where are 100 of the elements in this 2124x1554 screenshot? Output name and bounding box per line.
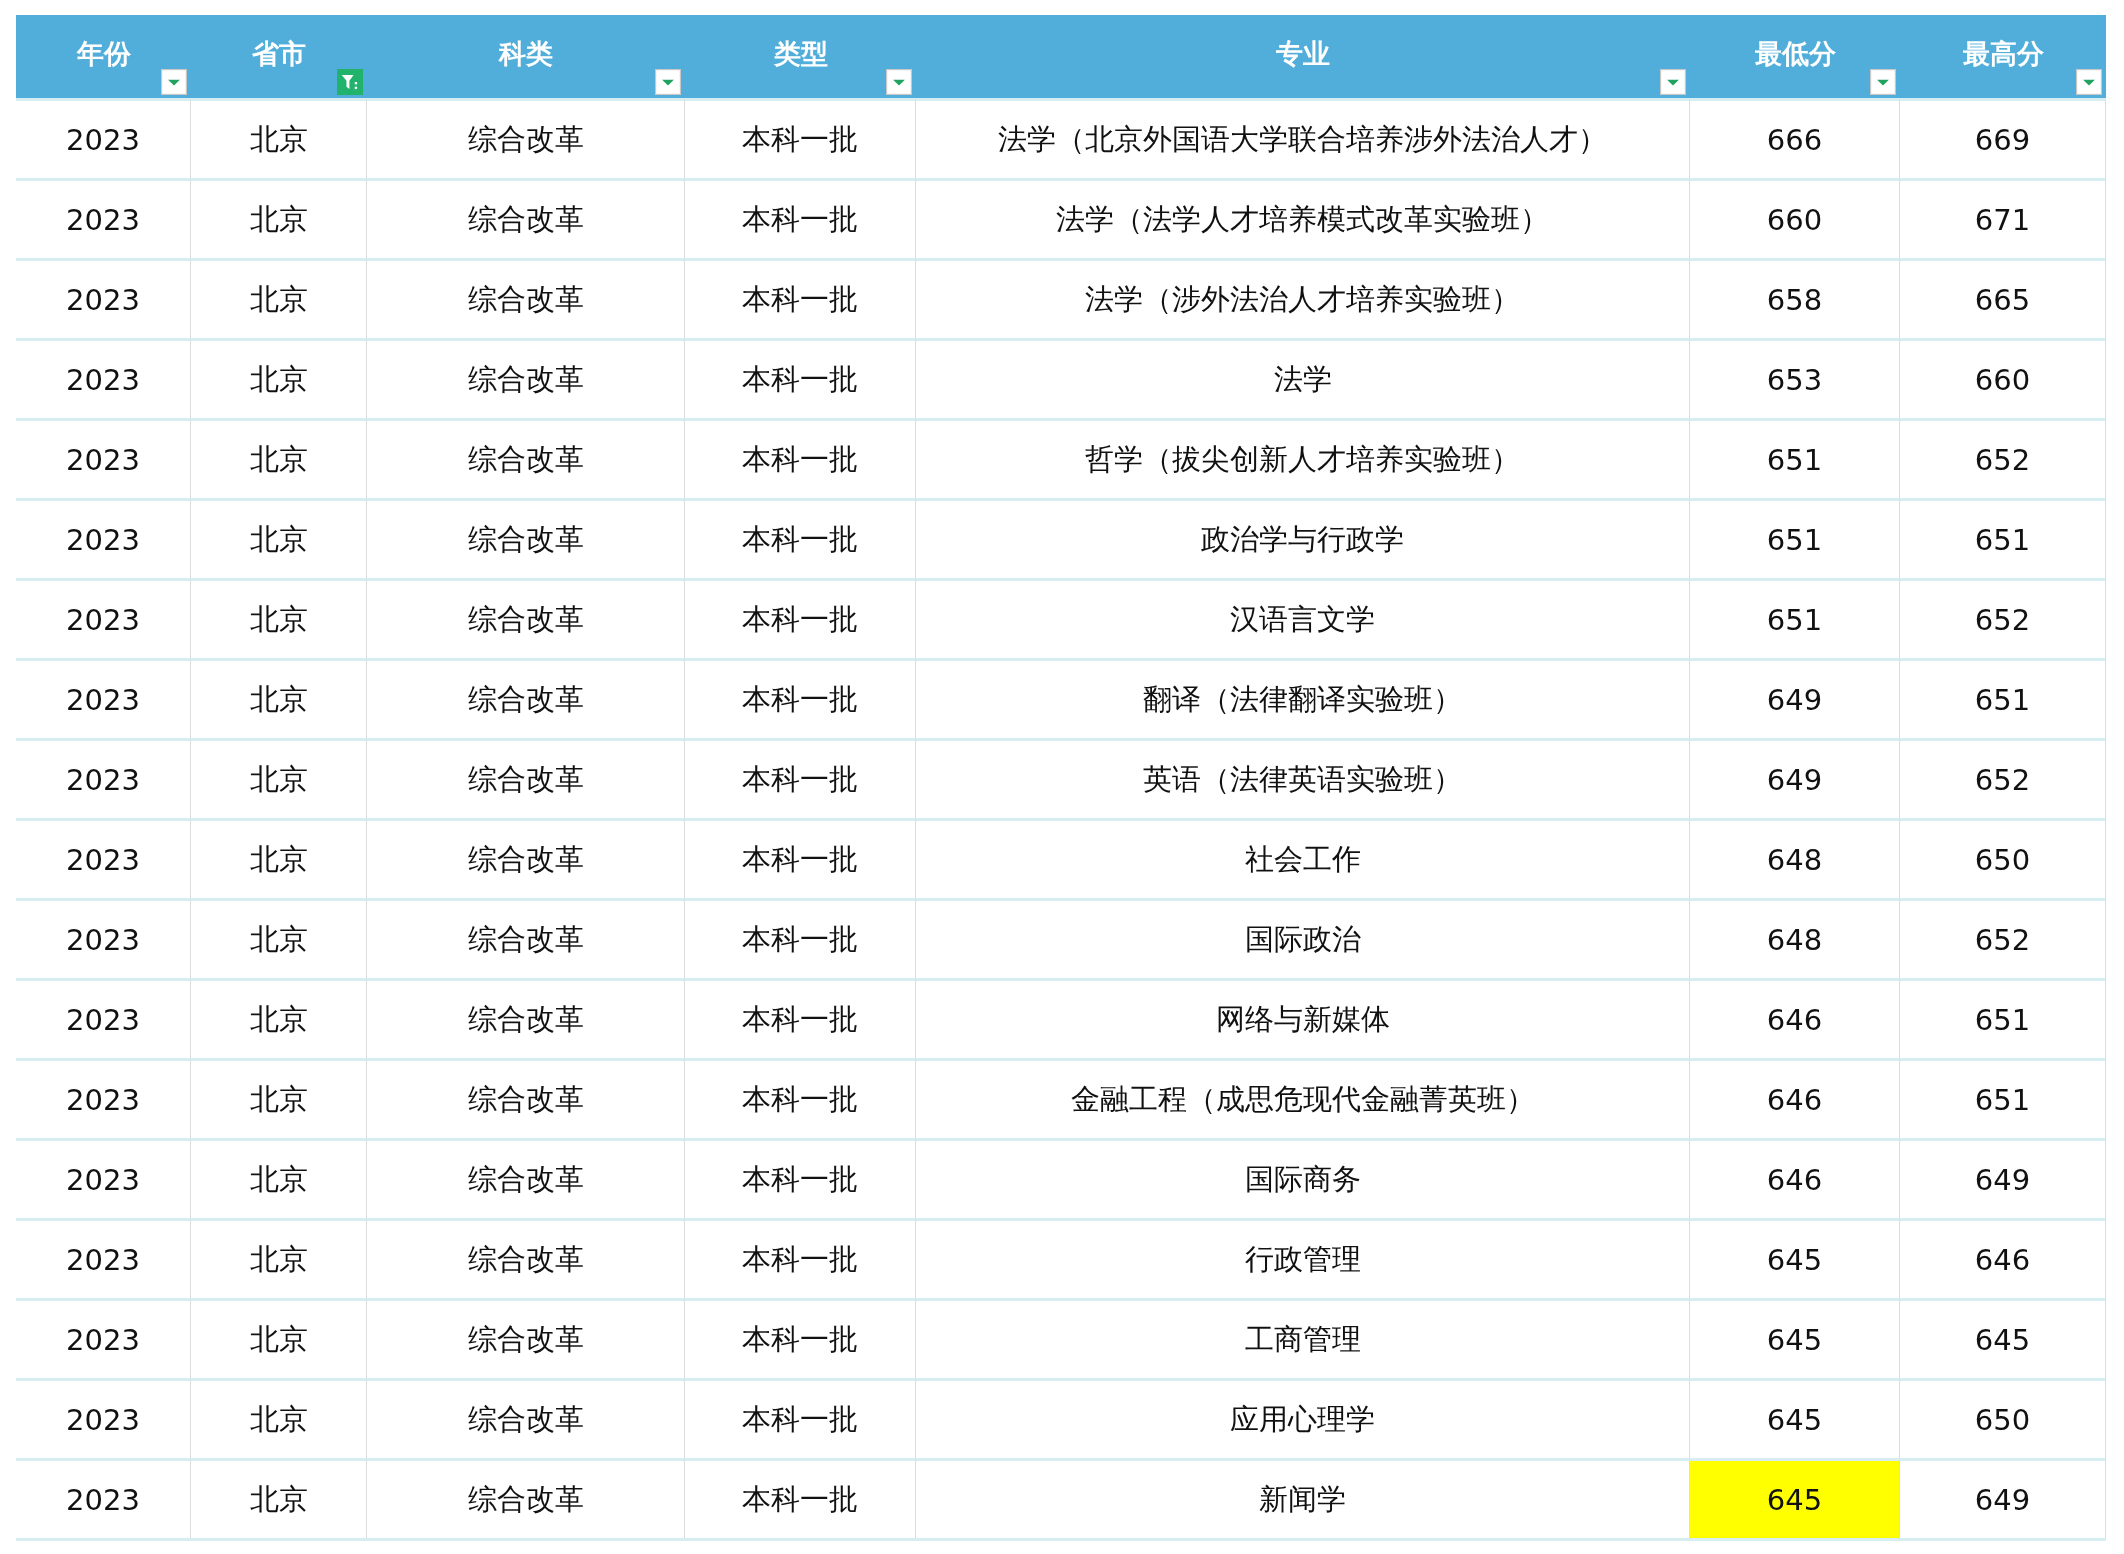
table-cell: 北京 — [191, 1138, 367, 1218]
table-cell: 本科一批 — [685, 258, 916, 338]
table-cell: 综合改革 — [367, 1298, 685, 1378]
filter-active-icon[interactable] — [337, 69, 363, 95]
dropdown-icon[interactable] — [161, 69, 187, 95]
table-cell: 北京 — [191, 498, 367, 578]
table-cell: 北京 — [191, 978, 367, 1058]
table-cell: 本科一批 — [685, 978, 916, 1058]
dropdown-icon[interactable] — [1660, 69, 1686, 95]
table-cell: 2023 — [16, 978, 191, 1058]
column-header[interactable]: 年份 — [16, 15, 191, 98]
column-header[interactable]: 最低分 — [1690, 15, 1900, 98]
table-cell: 综合改革 — [367, 738, 685, 818]
table-cell: 2023 — [16, 98, 191, 178]
table-cell: 综合改革 — [367, 578, 685, 658]
table-cell: 综合改革 — [367, 1458, 685, 1538]
table-cell: 综合改革 — [367, 498, 685, 578]
table-cell: 综合改革 — [367, 1058, 685, 1138]
table-cell: 汉语言文学 — [916, 578, 1690, 658]
column-header[interactable]: 省市 — [191, 15, 367, 98]
table-cell: 2023 — [16, 1138, 191, 1218]
table-cell: 工商管理 — [916, 1298, 1690, 1378]
table-cell: 国际商务 — [916, 1138, 1690, 1218]
table-cell: 本科一批 — [685, 898, 916, 978]
table-cell: 2023 — [16, 818, 191, 898]
dropdown-icon[interactable] — [2076, 69, 2102, 95]
table-cell: 综合改革 — [367, 178, 685, 258]
table-cell: 北京 — [191, 1218, 367, 1298]
table-cell: 法学（北京外国语大学联合培养涉外法治人才） — [916, 98, 1690, 178]
table-cell: 政治学与行政学 — [916, 498, 1690, 578]
table-cell: 2023 — [16, 1298, 191, 1378]
table-cell: 2023 — [16, 498, 191, 578]
table-cell: 国际政治 — [916, 898, 1690, 978]
table-cell: 哲学（拔尖创新人才培养实验班） — [916, 418, 1690, 498]
table-cell: 英语（法律英语实验班） — [916, 738, 1690, 818]
table-cell: 本科一批 — [685, 98, 916, 178]
table-cell: 651 — [1690, 418, 1900, 498]
table-cell: 本科一批 — [685, 418, 916, 498]
table-cell: 新闻学 — [916, 1458, 1690, 1538]
table-cell: 行政管理 — [916, 1218, 1690, 1298]
table-cell: 645 — [1690, 1298, 1900, 1378]
table-cell: 北京 — [191, 1298, 367, 1378]
table-cell: 649 — [1900, 1458, 2106, 1538]
table-cell: 应用心理学 — [916, 1378, 1690, 1458]
table-cell: 本科一批 — [685, 178, 916, 258]
column-header[interactable]: 专业 — [916, 15, 1690, 98]
table-cell: 649 — [1690, 658, 1900, 738]
column-header[interactable]: 最高分 — [1900, 15, 2106, 98]
dropdown-icon[interactable] — [1870, 69, 1896, 95]
table-cell: 北京 — [191, 338, 367, 418]
dropdown-icon[interactable] — [655, 69, 681, 95]
table-cell: 646 — [1690, 978, 1900, 1058]
table-cell: 金融工程（成思危现代金融菁英班） — [916, 1058, 1690, 1138]
table-cell: 648 — [1690, 898, 1900, 978]
table-cell: 2023 — [16, 578, 191, 658]
table-cell: 翻译（法律翻译实验班） — [916, 658, 1690, 738]
table-cell: 651 — [1690, 578, 1900, 658]
column-header[interactable]: 科类 — [367, 15, 685, 98]
table-cell: 北京 — [191, 418, 367, 498]
table-cell: 653 — [1690, 338, 1900, 418]
table-cell: 666 — [1690, 98, 1900, 178]
table-cell: 645 — [1690, 1218, 1900, 1298]
table-cell: 综合改革 — [367, 1378, 685, 1458]
table-cell: 综合改革 — [367, 818, 685, 898]
table-cell: 2023 — [16, 418, 191, 498]
table-cell: 652 — [1900, 418, 2106, 498]
table-cell: 本科一批 — [685, 658, 916, 738]
table-cell: 本科一批 — [685, 498, 916, 578]
table-cell: 2023 — [16, 258, 191, 338]
table-cell: 651 — [1900, 1058, 2106, 1138]
table-cell: 综合改革 — [367, 898, 685, 978]
table-cell: 综合改革 — [367, 418, 685, 498]
table-cell: 北京 — [191, 818, 367, 898]
table-cell: 综合改革 — [367, 978, 685, 1058]
table-cell: 社会工作 — [916, 818, 1690, 898]
table-cell: 综合改革 — [367, 258, 685, 338]
table-cell: 645 — [1900, 1298, 2106, 1378]
table-cell: 综合改革 — [367, 98, 685, 178]
table-cell: 669 — [1900, 98, 2106, 178]
table-cell: 646 — [1900, 1218, 2106, 1298]
table-cell: 665 — [1900, 258, 2106, 338]
table-cell: 北京 — [191, 898, 367, 978]
table-cell: 646 — [1690, 1138, 1900, 1218]
dropdown-icon[interactable] — [886, 69, 912, 95]
table-cell: 法学（涉外法治人才培养实验班） — [916, 258, 1690, 338]
table-cell: 650 — [1900, 818, 2106, 898]
table-cell: 645 — [1690, 1458, 1900, 1538]
table-cell: 北京 — [191, 1378, 367, 1458]
column-header[interactable]: 类型 — [685, 15, 916, 98]
table-cell: 网络与新媒体 — [916, 978, 1690, 1058]
table-cell: 本科一批 — [685, 1138, 916, 1218]
table-cell: 648 — [1690, 818, 1900, 898]
table-cell: 北京 — [191, 98, 367, 178]
table-cell: 北京 — [191, 258, 367, 338]
table-cell: 综合改革 — [367, 1218, 685, 1298]
table-cell: 660 — [1690, 178, 1900, 258]
table-cell: 2023 — [16, 338, 191, 418]
table-cell: 2023 — [16, 1378, 191, 1458]
table-cell: 本科一批 — [685, 1058, 916, 1138]
table-cell: 北京 — [191, 578, 367, 658]
